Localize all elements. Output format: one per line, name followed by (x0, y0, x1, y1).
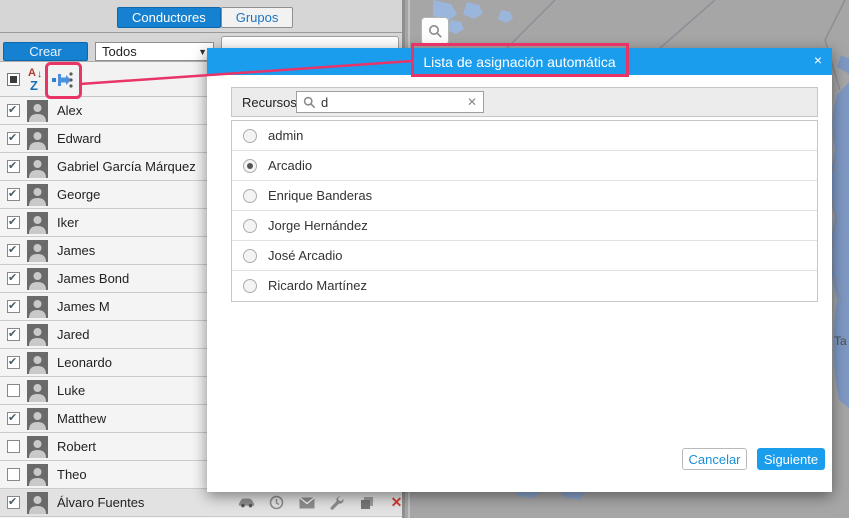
indeterminate-mark (10, 76, 17, 83)
map-search-button[interactable] (421, 17, 449, 45)
driver-name: Robert (57, 439, 97, 454)
driver-checkbox[interactable] (7, 327, 20, 341)
driver-checkbox[interactable] (7, 384, 20, 397)
resource-option[interactable]: José Arcadio (232, 241, 817, 271)
driver-checkbox[interactable] (7, 271, 20, 285)
driver-name: Luke (57, 383, 86, 398)
driver-name: Alex (57, 103, 83, 118)
driver-checkbox[interactable] (7, 187, 20, 201)
driver-name: Iker (57, 215, 79, 230)
resources-option-list: admin Arcadio Enrique Banderas Jorge Hernán… (231, 120, 818, 302)
driver-avatar (27, 352, 48, 374)
close-icon[interactable]: × (814, 53, 822, 67)
resources-search-input[interactable]: d ✕ (296, 91, 484, 113)
resource-option-label: Enrique Banderas (268, 188, 373, 203)
resource-option[interactable]: Ricardo Martínez (232, 271, 817, 301)
search-icon (428, 24, 442, 38)
resource-option-label: Jorge Hernández (268, 218, 368, 233)
message-icon[interactable] (298, 494, 315, 511)
radio-unselected[interactable] (243, 189, 257, 203)
search-query-text: d (321, 94, 329, 110)
resource-option[interactable]: Enrique Banderas (232, 181, 817, 211)
driver-name: Gabriel García Márquez (57, 159, 196, 174)
driver-avatar (27, 492, 48, 514)
driver-checkbox[interactable] (7, 468, 20, 481)
create-button[interactable]: Crear (3, 42, 88, 61)
driver-checkbox[interactable] (7, 411, 20, 425)
panel-tabbar: Conductores Grupos (0, 0, 402, 33)
driver-avatar (27, 436, 48, 458)
driver-checkbox[interactable] (7, 215, 20, 229)
driver-avatar (27, 128, 48, 150)
driver-avatar (27, 464, 48, 486)
radio-unselected[interactable] (243, 219, 257, 233)
map-place-label: Ta (834, 334, 847, 348)
auto-assignment-icon[interactable] (52, 71, 74, 89)
driver-checkbox[interactable] (7, 243, 20, 257)
driver-name: Theo (57, 467, 87, 482)
resources-label: Recursos (242, 94, 297, 110)
radio-unselected[interactable] (243, 279, 257, 293)
radio-selected[interactable] (243, 159, 257, 173)
delete-icon[interactable]: ✕ (388, 494, 405, 511)
driver-avatar (27, 296, 48, 318)
driver-avatar (27, 156, 48, 178)
filter-dropdown-value: Todos (102, 44, 137, 59)
driver-name: James Bond (57, 271, 130, 286)
search-icon (303, 96, 316, 108)
driver-avatar (27, 212, 48, 234)
wrench-icon[interactable] (328, 494, 345, 511)
modal-header: Lista de asignación automática × (207, 48, 832, 75)
driver-name: Jared (57, 327, 90, 342)
driver-checkbox[interactable] (7, 131, 20, 145)
driver-row[interactable]: Álvaro Fuentes ✕ (0, 489, 402, 517)
driver-checkbox[interactable] (7, 159, 20, 173)
resource-option[interactable]: admin (232, 121, 817, 151)
driver-checkbox[interactable] (7, 355, 20, 369)
driver-checkbox[interactable] (7, 103, 20, 117)
resources-bar: Recursos d ✕ (231, 87, 818, 117)
select-all-checkbox[interactable] (7, 73, 20, 86)
filter-dropdown[interactable]: Todos ▼ (95, 42, 214, 61)
driver-name: James (57, 243, 96, 258)
driver-avatar (27, 380, 48, 402)
radio-unselected[interactable] (243, 129, 257, 143)
resource-option[interactable]: Arcadio (232, 151, 817, 181)
driver-row-actions: ✕ (238, 494, 405, 511)
resource-option-label: José Arcadio (268, 248, 343, 263)
driver-checkbox[interactable] (7, 440, 20, 453)
vehicle-icon[interactable] (238, 494, 255, 511)
driver-name: Álvaro Fuentes (57, 495, 145, 510)
resource-option[interactable]: Jorge Hernández (232, 211, 817, 241)
modal-title: Lista de asignación automática (423, 53, 616, 70)
driver-checkbox[interactable] (7, 495, 20, 509)
driver-name: James M (57, 299, 110, 314)
driver-avatar (27, 408, 48, 430)
driver-name: Leonardo (57, 355, 112, 370)
driver-avatar (27, 268, 48, 290)
tab-conductores[interactable]: Conductores (117, 7, 221, 28)
driver-avatar (27, 100, 48, 122)
clock-icon[interactable] (268, 494, 285, 511)
next-button[interactable]: Siguiente (757, 448, 825, 470)
sort-az-icon[interactable]: A ↓ Z (28, 67, 48, 93)
resource-option-label: Ricardo Martínez (268, 278, 367, 293)
driver-name: George (57, 187, 101, 202)
driver-name: Matthew (57, 411, 107, 426)
driver-name: Edward (57, 131, 102, 146)
auto-assignment-modal: Lista de asignación automática × Recurso… (207, 48, 832, 492)
resource-option-label: Arcadio (268, 158, 313, 173)
chevron-down-icon: ▼ (198, 46, 207, 57)
tab-grupos[interactable]: Grupos (220, 7, 294, 28)
cancel-button[interactable]: Cancelar (682, 448, 747, 470)
driver-avatar (27, 324, 48, 346)
resource-option-label: admin (268, 128, 304, 143)
radio-unselected[interactable] (243, 249, 257, 263)
copy-icon[interactable] (358, 494, 375, 511)
driver-checkbox[interactable] (7, 299, 20, 313)
driver-avatar (27, 240, 48, 262)
clear-search-icon[interactable]: ✕ (467, 95, 477, 109)
driver-avatar (27, 184, 48, 206)
